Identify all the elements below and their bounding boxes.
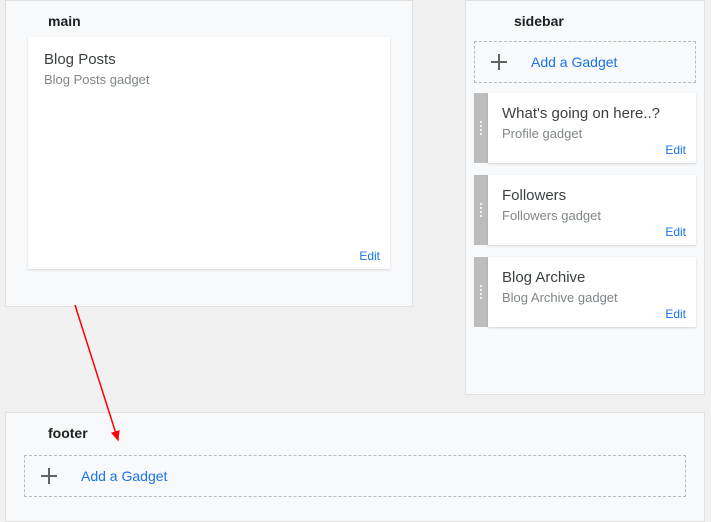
- drag-handle-icon[interactable]: [474, 93, 488, 163]
- gadget-row: What's going on here..? Profile gadget E…: [474, 93, 696, 163]
- gadget-row: Blog Archive Blog Archive gadget Edit: [474, 257, 696, 327]
- edit-link[interactable]: Edit: [665, 143, 686, 157]
- section-sidebar: sidebar Add a Gadget What's going on her…: [465, 0, 705, 395]
- gadget-title: Blog Archive: [502, 269, 682, 286]
- gadget-title: Blog Posts: [44, 51, 374, 68]
- drag-handle-icon[interactable]: [474, 175, 488, 245]
- add-gadget-label: Add a Gadget: [81, 468, 167, 484]
- edit-link[interactable]: Edit: [359, 249, 380, 263]
- add-gadget-label: Add a Gadget: [531, 54, 617, 70]
- section-main: main Blog Posts Blog Posts gadget Edit: [5, 0, 413, 307]
- section-sidebar-title: sidebar: [466, 1, 704, 37]
- section-main-title: main: [6, 1, 412, 37]
- gadget-title: Followers: [502, 187, 682, 204]
- gadget-archive[interactable]: Blog Archive Blog Archive gadget Edit: [488, 257, 696, 327]
- gadget-followers[interactable]: Followers Followers gadget Edit: [488, 175, 696, 245]
- section-footer-title: footer: [6, 413, 704, 449]
- gadget-subtitle: Profile gadget: [502, 126, 682, 141]
- plus-icon: [41, 468, 57, 484]
- drag-handle-icon[interactable]: [474, 257, 488, 327]
- gadget-subtitle: Followers gadget: [502, 208, 682, 223]
- section-footer: footer Add a Gadget: [5, 412, 705, 522]
- gadget-blog-posts[interactable]: Blog Posts Blog Posts gadget Edit: [28, 37, 390, 269]
- gadget-row: Followers Followers gadget Edit: [474, 175, 696, 245]
- plus-icon: [491, 54, 507, 70]
- gadget-subtitle: Blog Posts gadget: [44, 72, 374, 87]
- gadget-subtitle: Blog Archive gadget: [502, 290, 682, 305]
- add-gadget-sidebar[interactable]: Add a Gadget: [474, 41, 696, 83]
- edit-link[interactable]: Edit: [665, 225, 686, 239]
- gadget-title: What's going on here..?: [502, 105, 682, 122]
- edit-link[interactable]: Edit: [665, 307, 686, 321]
- add-gadget-footer[interactable]: Add a Gadget: [24, 455, 686, 497]
- gadget-profile[interactable]: What's going on here..? Profile gadget E…: [488, 93, 696, 163]
